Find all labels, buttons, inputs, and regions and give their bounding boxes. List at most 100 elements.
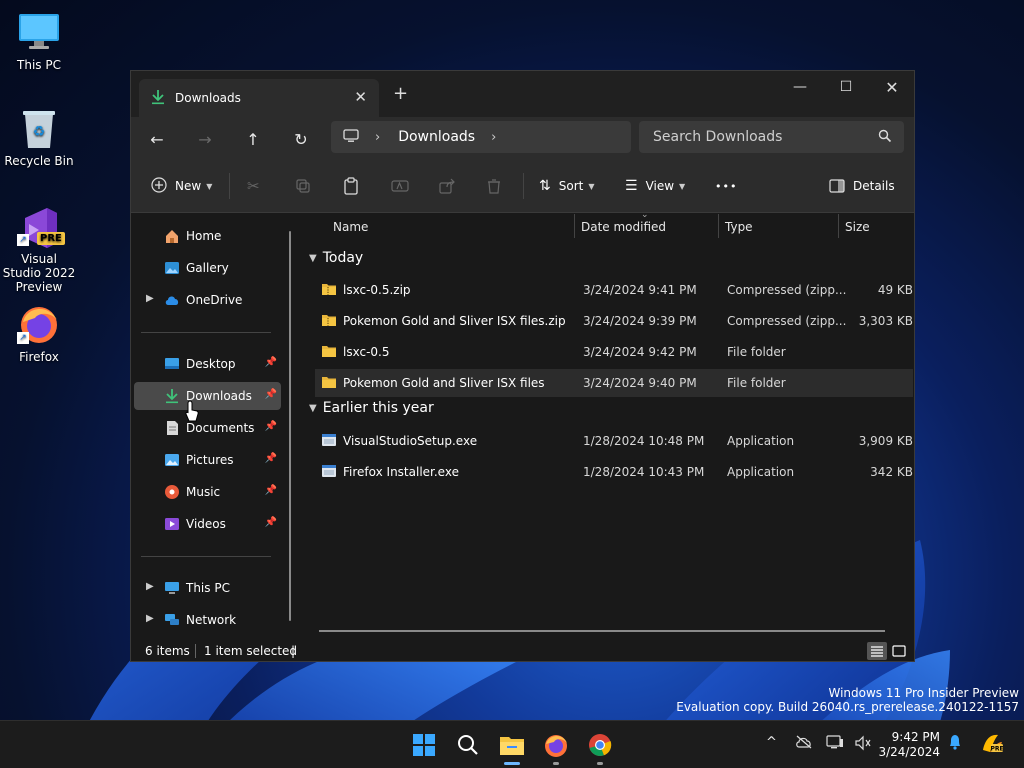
- pin-icon[interactable]: 📌: [265, 357, 277, 368]
- tab-close-icon[interactable]: ✕: [354, 88, 367, 106]
- copy-button[interactable]: [295, 173, 311, 199]
- minimize-button[interactable]: —: [777, 71, 823, 103]
- notification-bell-icon[interactable]: [948, 734, 962, 753]
- column-header-size[interactable]: Size: [845, 214, 870, 240]
- sidebar-item-videos[interactable]: Videos 📌: [134, 510, 281, 538]
- sidebar-item-pictures[interactable]: Pictures 📌: [134, 446, 281, 474]
- monitor-icon: [343, 128, 359, 146]
- new-tab-button[interactable]: +: [393, 83, 408, 104]
- chevron-right-icon[interactable]: ▶: [146, 293, 154, 304]
- chevron-right-icon[interactable]: ▶: [146, 613, 154, 624]
- file-date: 3/24/2024 9:39 PM: [583, 314, 697, 328]
- horizontal-scrollbar[interactable]: [319, 630, 885, 632]
- plus-circle-icon: [151, 176, 167, 196]
- tray-overflow-chevron[interactable]: ^: [766, 735, 777, 750]
- title-bar[interactable]: Downloads ✕ + — ☐ ✕: [131, 71, 914, 117]
- desktop-icon-firefox[interactable]: ↗ Firefox: [1, 302, 77, 364]
- tab-downloads[interactable]: Downloads ✕: [139, 79, 379, 117]
- forward-button[interactable]: →: [191, 125, 219, 153]
- file-date: 3/24/2024 9:42 PM: [583, 345, 697, 359]
- sidebar-item-label: Network: [186, 613, 237, 627]
- taskbar-chrome[interactable]: [584, 729, 616, 765]
- pin-icon[interactable]: 📌: [265, 421, 277, 432]
- pin-icon[interactable]: 📌: [265, 389, 277, 400]
- sidebar-scrollbar[interactable]: [289, 231, 291, 621]
- search-input[interactable]: Search Downloads: [639, 121, 904, 153]
- file-row[interactable]: VisualStudioSetup.exe 1/28/2024 10:48 PM A…: [315, 427, 913, 455]
- chevron-down-icon: ▼: [309, 252, 317, 264]
- share-button[interactable]: [439, 173, 455, 199]
- taskbar-file-explorer[interactable]: [496, 729, 528, 765]
- up-button[interactable]: ↑: [239, 125, 267, 153]
- folder-icon: [321, 375, 337, 389]
- download-arrow-icon: [151, 89, 165, 108]
- desktop-icon-label: Visual Studio 2022 Preview: [2, 252, 76, 294]
- sidebar-item-desktop[interactable]: Desktop 📌: [134, 350, 281, 378]
- copilot-preview-icon[interactable]: PRE: [980, 732, 1004, 757]
- cut-button[interactable]: ✂: [247, 173, 260, 199]
- group-label: Earlier this year: [322, 400, 434, 416]
- application-icon: [321, 464, 337, 478]
- group-header-today[interactable]: ▼ Today: [309, 250, 363, 266]
- chevron-right-icon[interactable]: ▶: [146, 581, 154, 592]
- network-icon: [164, 612, 180, 628]
- onedrive-tray-icon[interactable]: [795, 735, 813, 752]
- pin-icon[interactable]: 📌: [265, 485, 277, 496]
- pin-icon[interactable]: 📌: [265, 517, 277, 528]
- network-tray-icon[interactable]: [826, 735, 844, 754]
- file-row[interactable]: Firefox Installer.exe 1/28/2024 10:43 PM A…: [315, 458, 913, 486]
- details-button[interactable]: Details: [829, 173, 895, 199]
- clock-date: 3/24/2024: [878, 745, 940, 759]
- file-row[interactable]: lsxc-0.5 3/24/2024 9:42 PM File folder: [315, 338, 913, 366]
- file-size: 49 KB: [877, 283, 913, 297]
- sidebar-item-label: Desktop: [186, 357, 236, 371]
- rename-icon: [391, 180, 409, 192]
- breadcrumb-separator[interactable]: ›: [375, 130, 380, 145]
- file-row[interactable]: lsxc-0.5.zip 3/24/2024 9:41 PM Compressed …: [315, 276, 913, 304]
- file-row[interactable]: Pokemon Gold and Sliver ISX files.zip 3/2…: [315, 307, 913, 335]
- pin-icon[interactable]: 📌: [265, 453, 277, 464]
- breadcrumb-downloads[interactable]: Downloads: [398, 129, 475, 145]
- sidebar-item-onedrive[interactable]: ▶ OneDrive: [134, 286, 281, 314]
- more-options-button[interactable]: •••: [715, 173, 737, 199]
- search-icon: [458, 735, 478, 755]
- desktop-icon-this-pc[interactable]: This PC: [1, 10, 77, 72]
- delete-button[interactable]: [487, 173, 501, 199]
- sidebar-item-label: Music: [186, 485, 221, 499]
- sidebar-item-gallery[interactable]: Gallery: [134, 254, 281, 282]
- column-header-type[interactable]: Type: [725, 214, 753, 240]
- desktop-icon-visual-studio[interactable]: PRE ↗ Visual Studio 2022 Preview: [1, 204, 77, 294]
- sidebar-item-network[interactable]: ▶ Network: [134, 606, 281, 634]
- tiles-view-button[interactable]: [889, 642, 909, 660]
- address-bar[interactable]: › Downloads ›: [331, 121, 631, 153]
- new-button[interactable]: New ▼: [151, 173, 212, 199]
- close-button[interactable]: ✕: [869, 71, 915, 103]
- details-pane-icon: [829, 179, 845, 193]
- view-button[interactable]: ☰ View ▼: [625, 173, 685, 199]
- start-button[interactable]: [408, 729, 440, 761]
- details-view-button[interactable]: [867, 642, 887, 660]
- paste-button[interactable]: [343, 173, 359, 199]
- group-header-earlier-this-year[interactable]: ▼ Earlier this year: [309, 400, 434, 416]
- taskbar-clock[interactable]: 9:42 PM 3/24/2024: [878, 730, 940, 760]
- column-header-date[interactable]: Date modified: [581, 214, 666, 240]
- file-name: Pokemon Gold and Sliver ISX files: [343, 376, 545, 390]
- sort-button[interactable]: ⇅ Sort ▼: [539, 173, 595, 199]
- back-button[interactable]: ←: [143, 125, 171, 153]
- sidebar-item-label: Gallery: [186, 261, 229, 275]
- sidebar-item-music[interactable]: Music 📌: [134, 478, 281, 506]
- sidebar-item-this-pc[interactable]: ▶ This PC: [134, 574, 281, 602]
- sidebar-item-downloads[interactable]: Downloads 📌: [134, 382, 281, 410]
- breadcrumb-separator[interactable]: ›: [491, 130, 496, 145]
- sidebar-item-home[interactable]: Home: [134, 222, 281, 250]
- sidebar-item-documents[interactable]: Documents 📌: [134, 414, 281, 442]
- rename-button[interactable]: [391, 173, 409, 199]
- desktop-icon-recycle-bin[interactable]: ♻ Recycle Bin: [1, 106, 77, 168]
- file-row[interactable]: Pokemon Gold and Sliver ISX files 3/24/20…: [315, 369, 913, 397]
- search-button[interactable]: [452, 729, 484, 761]
- volume-tray-icon[interactable]: [854, 735, 872, 754]
- taskbar-firefox[interactable]: [540, 729, 572, 765]
- refresh-button[interactable]: ↻: [287, 125, 315, 153]
- column-header-name[interactable]: Name: [333, 214, 368, 240]
- maximize-button[interactable]: ☐: [823, 71, 869, 103]
